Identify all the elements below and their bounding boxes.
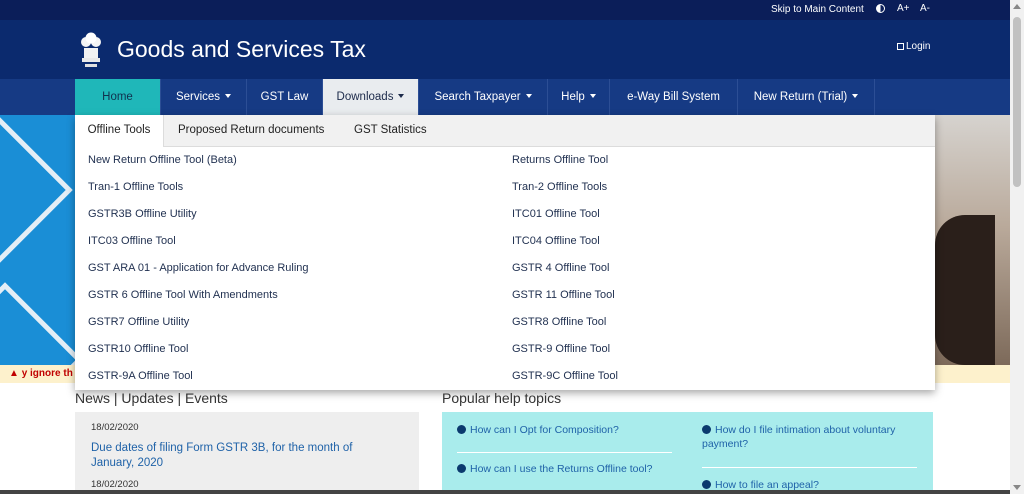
offline-tool-link[interactable]: New Return Offline Tool (Beta) bbox=[88, 154, 237, 166]
offline-tool-link[interactable]: GSTR7 Offline Utility bbox=[88, 316, 189, 328]
news-panel: 18/02/2020 Due dates of filing Form GSTR… bbox=[75, 412, 419, 494]
offline-tool-link[interactable]: GSTR-9C Offline Tool bbox=[512, 370, 618, 382]
font-increase-button[interactable]: A+ bbox=[897, 3, 910, 14]
nav-services[interactable]: Services bbox=[161, 79, 247, 115]
offline-tool-link[interactable]: ITC01 Offline Tool bbox=[512, 208, 600, 220]
help-topic-link[interactable]: How can I Opt for Composition? bbox=[457, 423, 619, 437]
tab-proposed-return-documents[interactable]: Proposed Return documents bbox=[178, 115, 324, 147]
news-date: 18/02/2020 bbox=[91, 479, 139, 490]
help-topics-panel: How can I Opt for Composition? How can I… bbox=[442, 412, 933, 494]
divider bbox=[702, 467, 917, 468]
tab-gst-statistics[interactable]: GST Statistics bbox=[354, 115, 427, 147]
help-topic-link[interactable]: How do I file intimation about voluntary… bbox=[702, 423, 917, 451]
offline-tool-link[interactable]: GSTR 6 Offline Tool With Amendments bbox=[88, 289, 278, 301]
offline-tool-link[interactable]: GSTR3B Offline Utility bbox=[88, 208, 197, 220]
site-title[interactable]: Goods and Services Tax bbox=[117, 36, 366, 63]
offline-tool-link[interactable]: GST ARA 01 - Application for Advance Rul… bbox=[88, 262, 309, 274]
offline-tool-link[interactable]: GSTR 11 Offline Tool bbox=[512, 289, 615, 301]
page-scrollbar[interactable] bbox=[1010, 0, 1024, 494]
offline-tool-link[interactable]: ITC04 Offline Tool bbox=[512, 235, 600, 247]
login-icon bbox=[897, 43, 904, 50]
nav-downloads-label: Downloads bbox=[336, 91, 394, 103]
login-label: Login bbox=[906, 41, 931, 52]
offline-tool-link[interactable]: GSTR10 Offline Tool bbox=[88, 343, 188, 355]
nav-downloads[interactable]: Downloads bbox=[323, 79, 419, 115]
chevron-down-icon bbox=[398, 94, 405, 98]
offline-tool-link[interactable]: Tran-2 Offline Tools bbox=[512, 181, 607, 193]
offline-tool-link[interactable]: Tran-1 Offline Tools bbox=[88, 181, 183, 193]
help-topic-label: How can I use the Returns Offline tool? bbox=[470, 463, 653, 475]
chevron-down-icon bbox=[525, 94, 532, 98]
national-emblem-icon[interactable] bbox=[78, 28, 104, 70]
nav-eway-bill-label: e-Way Bill System bbox=[627, 91, 720, 103]
arrow-circle-icon bbox=[457, 464, 466, 473]
scroll-down-icon[interactable] bbox=[1013, 485, 1021, 490]
help-topic-label: How can I Opt for Composition? bbox=[470, 424, 619, 436]
offline-tool-link[interactable]: GSTR-9 Offline Tool bbox=[512, 343, 610, 355]
news-section-title: News | Updates | Events bbox=[75, 390, 228, 406]
arrow-circle-icon bbox=[702, 480, 711, 489]
offline-tool-link[interactable]: GSTR8 Offline Tool bbox=[512, 316, 606, 328]
offline-tool-link[interactable]: ITC03 Offline Tool bbox=[88, 235, 176, 247]
font-decrease-button[interactable]: A- bbox=[920, 3, 930, 14]
divider bbox=[457, 452, 672, 453]
chevron-down-icon bbox=[225, 94, 232, 98]
window-bottom-edge bbox=[0, 490, 1010, 494]
nav-gst-law-label: GST Law bbox=[260, 91, 309, 103]
offline-tool-link[interactable]: GSTR 4 Offline Tool bbox=[512, 262, 609, 274]
skip-to-main-link[interactable]: Skip to Main Content bbox=[771, 4, 864, 15]
scrollbar-thumb[interactable] bbox=[1013, 17, 1021, 187]
main-nav: Home Services GST Law Downloads Search T… bbox=[0, 79, 1010, 115]
site-header: Goods and Services Tax Login bbox=[0, 20, 1010, 79]
hexagon-decoration bbox=[0, 282, 83, 365]
downloads-dropdown: Offline Tools Proposed Return documents … bbox=[75, 115, 935, 390]
nav-search-taxpayer-label: Search Taxpayer bbox=[434, 91, 521, 103]
offline-tool-link[interactable]: GSTR-9A Offline Tool bbox=[88, 370, 193, 382]
utility-bar: Skip to Main Content A+ A- bbox=[0, 0, 1010, 20]
help-topic-label: How do I file intimation about voluntary… bbox=[702, 424, 896, 450]
hero-photo-figure bbox=[935, 215, 995, 365]
dropdown-tabs: Offline Tools Proposed Return documents … bbox=[75, 115, 935, 147]
nav-help[interactable]: Help bbox=[548, 79, 610, 115]
offline-tool-link[interactable]: Returns Offline Tool bbox=[512, 154, 608, 166]
nav-new-return[interactable]: New Return (Trial) bbox=[738, 79, 875, 115]
help-topic-link[interactable]: How can I use the Returns Offline tool? bbox=[457, 462, 653, 476]
help-section-title: Popular help topics bbox=[442, 390, 562, 406]
ticker-text: ▲ y ignore th bbox=[9, 368, 73, 379]
chevron-down-icon bbox=[589, 94, 596, 98]
nav-home-label: Home bbox=[102, 91, 133, 103]
tab-offline-tools[interactable]: Offline Tools bbox=[75, 115, 164, 147]
nav-gst-law[interactable]: GST Law bbox=[247, 79, 323, 115]
nav-help-label: Help bbox=[561, 91, 585, 103]
contrast-toggle-icon[interactable] bbox=[876, 4, 885, 13]
news-date: 18/02/2020 bbox=[91, 422, 139, 433]
arrow-circle-icon bbox=[457, 425, 466, 434]
nav-eway-bill[interactable]: e-Way Bill System bbox=[610, 79, 738, 115]
news-headline-link[interactable]: Due dates of filing Form GSTR 3B, for th… bbox=[91, 441, 391, 471]
nav-services-label: Services bbox=[175, 91, 221, 103]
scroll-up-icon[interactable] bbox=[1013, 4, 1021, 9]
nav-new-return-label: New Return (Trial) bbox=[753, 91, 848, 103]
chevron-down-icon bbox=[852, 94, 859, 98]
nav-search-taxpayer[interactable]: Search Taxpayer bbox=[419, 79, 548, 115]
login-link[interactable]: Login bbox=[897, 41, 930, 52]
hexagon-decoration bbox=[0, 115, 73, 268]
nav-home[interactable]: Home bbox=[75, 79, 161, 115]
arrow-circle-icon bbox=[702, 425, 711, 434]
